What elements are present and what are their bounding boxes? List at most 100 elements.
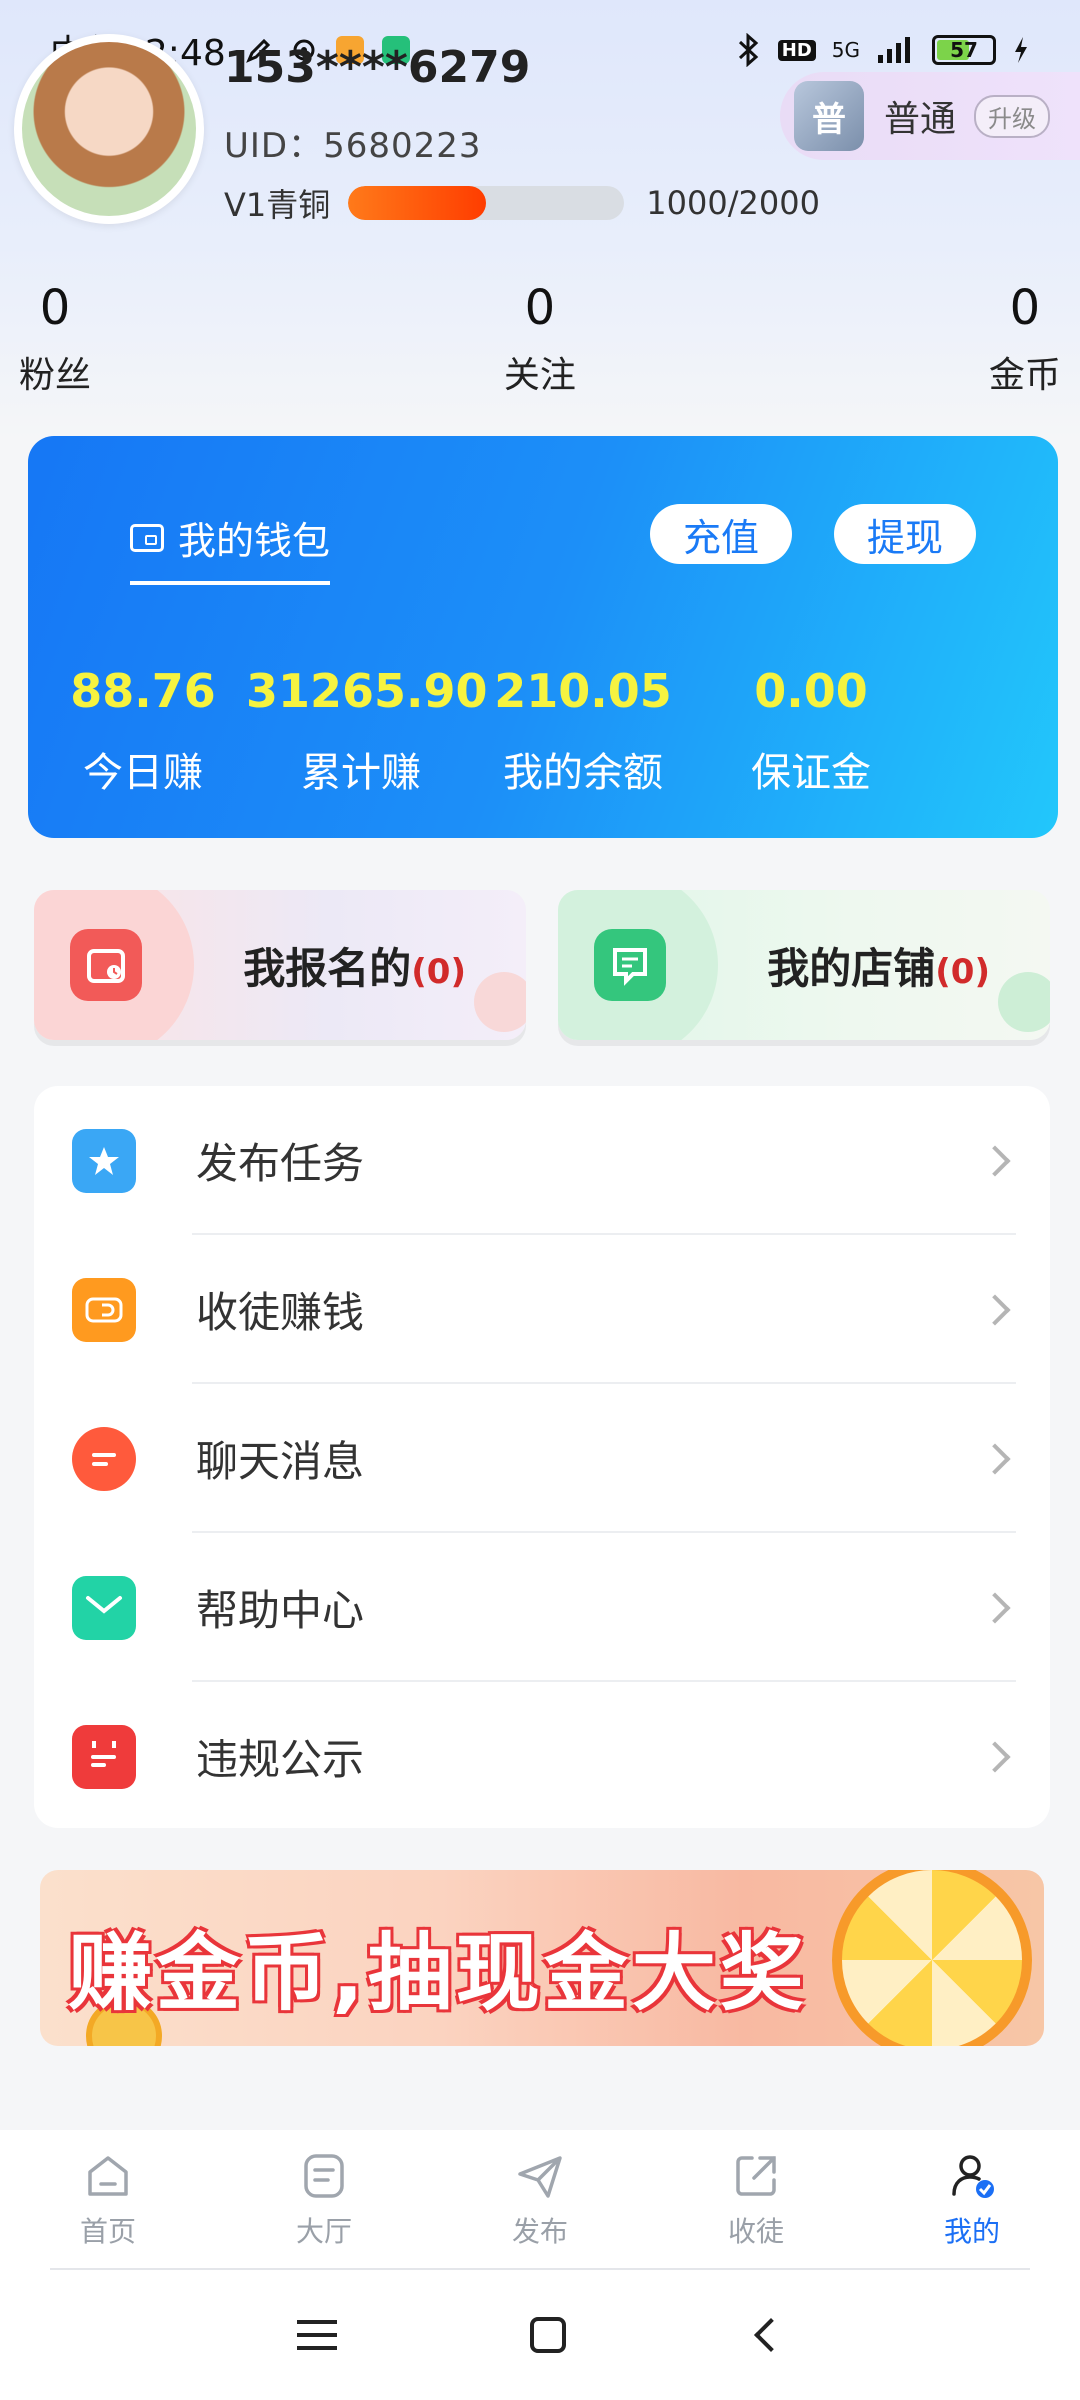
recharge-button[interactable]: 充值 (650, 504, 792, 564)
shop-message-icon (594, 929, 666, 1001)
nav-label: 发布 (511, 2215, 568, 2248)
wallet-title: 我的钱包 (178, 519, 331, 563)
chevron-right-icon (979, 1591, 1011, 1624)
avatar-image (22, 42, 196, 216)
avatar[interactable] (14, 34, 204, 224)
menu-item-publish-task[interactable]: 发布任务 (34, 1086, 1050, 1235)
card-decoration (998, 972, 1050, 1032)
card-decoration (474, 972, 526, 1032)
prize-wheel-icon (832, 1870, 1032, 2046)
card-count: (0) (411, 951, 466, 992)
wallet-icon (130, 523, 164, 552)
wallet-label: 累计赚 (301, 750, 421, 796)
wallet-card: 我的钱包 充值 提现 88.76 今日赚 31265.90 累计赚 210.05… (28, 436, 1058, 838)
chevron-right-icon (979, 1144, 1011, 1177)
stat-label: 粉丝 (18, 355, 91, 396)
wallet-balance[interactable]: 210.05 我的余额 (468, 664, 698, 798)
wallet-icon (72, 1277, 136, 1342)
wallet-value: 88.76 (70, 664, 216, 718)
battery-icon: 57 (932, 35, 996, 65)
my-shop-label: 我的店铺(0) (767, 935, 990, 996)
chevron-right-icon (979, 1442, 1011, 1475)
menu-item-label: 聊天消息 (196, 1437, 365, 1486)
calendar-clock-icon (70, 929, 142, 1001)
nav-recruit[interactable]: 收徒 (648, 2130, 864, 2270)
star-icon (72, 1128, 136, 1193)
level-progress-fill (348, 186, 487, 220)
wallet-today-earned[interactable]: 88.76 今日赚 (28, 664, 258, 798)
level-name: V1青铜 (224, 186, 331, 224)
stat-coins[interactable]: 0 金币 (845, 280, 1080, 398)
my-signups-card[interactable]: 我报名的(0) (34, 890, 526, 1040)
stat-following[interactable]: 0 关注 (360, 280, 720, 398)
username: 153****6279 (224, 42, 531, 93)
hd-badge: HD (777, 39, 816, 61)
wallet-value: 0.00 (754, 664, 868, 718)
status-right: HD 5G 57 (736, 33, 1030, 67)
chevron-right-icon (979, 1740, 1011, 1773)
level-progress-text: 1000/2000 (646, 184, 820, 222)
stat-value: 0 (1009, 280, 1041, 336)
charging-icon (1015, 37, 1027, 63)
menu-item-help-center[interactable]: 帮助中心 (34, 1533, 1050, 1682)
nav-label: 首页 (79, 2215, 136, 2248)
home-button[interactable] (529, 2317, 566, 2353)
menu-list: 发布任务 收徒赚钱 聊天消息 帮助中心 违规公示 (34, 1086, 1050, 1828)
card-count: (0) (935, 951, 990, 992)
recent-apps-button[interactable] (296, 2320, 337, 2350)
bottom-nav: 首页 大厅 发布 收徒 我的 (0, 2130, 1080, 2270)
level-row: V1青铜 1000/2000 (224, 180, 820, 226)
wallet-value: 210.05 (494, 664, 672, 718)
home-icon (88, 2156, 128, 2196)
member-tier-icon: 普 (794, 81, 864, 151)
nav-label: 收徒 (727, 2215, 784, 2248)
stat-label: 金币 (988, 355, 1061, 396)
menu-item-recruit-earn[interactable]: 收徒赚钱 (34, 1235, 1050, 1384)
system-nav-bar (0, 2270, 1080, 2400)
wallet-label: 我的余额 (503, 750, 663, 796)
menu-item-label: 帮助中心 (196, 1586, 365, 1635)
stat-fans[interactable]: 0 粉丝 (0, 280, 235, 398)
profile-icon (952, 2155, 994, 2198)
my-shop-card[interactable]: 我的店铺(0) (558, 890, 1050, 1040)
network-label: 5G (831, 38, 860, 62)
nav-publish[interactable]: 发布 (432, 2130, 648, 2270)
send-icon (518, 2156, 562, 2198)
stat-label: 关注 (503, 355, 576, 396)
card-title: 我报名的 (243, 943, 412, 993)
member-tier: 普通 (884, 99, 957, 140)
banner-text: 赚金币,抽现金大奖 (68, 1924, 808, 2022)
back-button[interactable] (754, 2318, 789, 2352)
stats-row: 0 粉丝 0 关注 0 金币 (0, 280, 1080, 398)
nav-label: 我的 (943, 2215, 1000, 2248)
nav-home[interactable]: 首页 (0, 2130, 216, 2270)
bluetooth-icon (738, 33, 758, 67)
chevron-right-icon (979, 1293, 1011, 1326)
withdraw-button[interactable]: 提现 (834, 504, 976, 564)
nav-mine[interactable]: 我的 (864, 2130, 1080, 2270)
share-icon (736, 2156, 776, 2196)
chat-icon (72, 1426, 136, 1491)
hall-icon (304, 2154, 344, 2198)
menu-item-violation-notice[interactable]: 违规公示 (34, 1682, 1050, 1831)
member-badge[interactable]: 普 普通 升级 (780, 72, 1080, 160)
menu-item-chat-messages[interactable]: 聊天消息 (34, 1384, 1050, 1533)
mail-icon (72, 1575, 136, 1640)
wallet-deposit[interactable]: 0.00 保证金 (696, 664, 926, 798)
lottery-banner[interactable]: 赚金币,抽现金大奖 (40, 1870, 1044, 2046)
uid-label: UID：5680223 (224, 126, 482, 166)
upgrade-button[interactable]: 升级 (974, 94, 1051, 138)
menu-item-label: 收徒赚钱 (196, 1288, 365, 1337)
calendar-icon (72, 1724, 136, 1789)
signal-icon (878, 37, 910, 63)
card-title: 我的店铺 (767, 943, 936, 993)
my-signups-label: 我报名的(0) (243, 935, 466, 996)
wallet-tab[interactable]: 我的钱包 (130, 510, 331, 585)
level-progress-bar (348, 186, 625, 220)
battery-level: 57 (950, 38, 978, 62)
nav-label: 大厅 (295, 2215, 352, 2248)
wallet-label: 今日赚 (83, 750, 203, 796)
nav-hall[interactable]: 大厅 (216, 2130, 432, 2270)
wallet-total-earned[interactable]: 31265.90 累计赚 (246, 664, 488, 798)
menu-item-label: 发布任务 (196, 1139, 365, 1188)
